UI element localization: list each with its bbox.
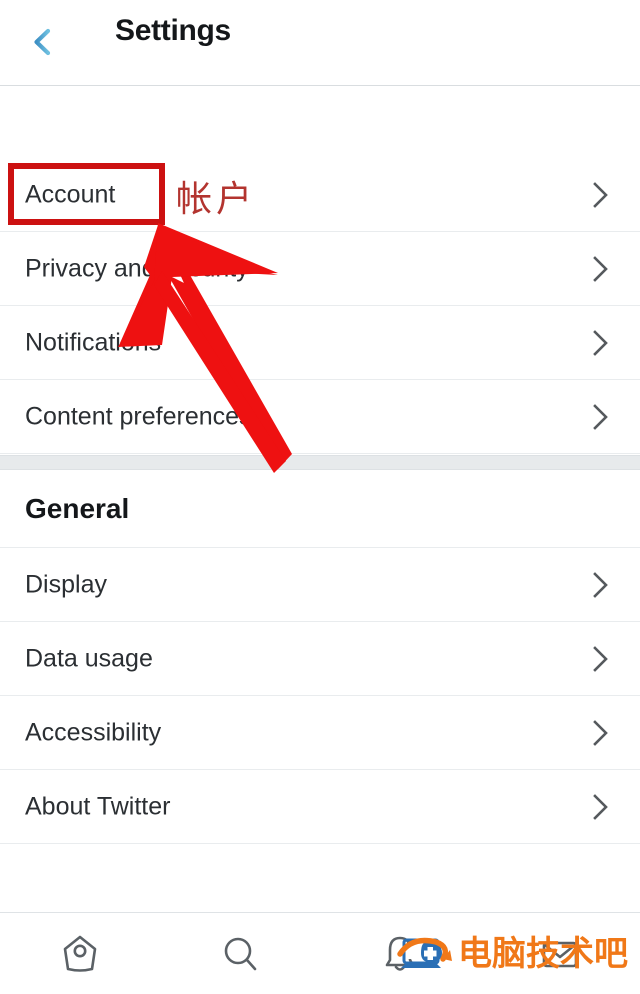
app-header: Settings (0, 0, 640, 86)
chevron-right-icon (593, 403, 608, 430)
row-label: Privacy and security (25, 254, 249, 282)
settings-group-general: Display Data usage Accessibility About T… (0, 548, 640, 844)
chevron-right-icon (593, 719, 608, 746)
search-icon (224, 937, 257, 970)
section-header-general: General (0, 470, 640, 548)
nav-item-home[interactable] (0, 913, 160, 994)
settings-row-display[interactable]: Display (0, 548, 640, 622)
settings-row-content-preferences[interactable]: Content preferences (0, 380, 640, 454)
home-icon (63, 935, 97, 972)
back-arrow-icon (34, 28, 68, 56)
chevron-right-icon (593, 793, 608, 820)
nav-item-search[interactable] (160, 913, 320, 994)
settings-row-account[interactable]: Account (0, 158, 640, 232)
envelope-icon (542, 941, 578, 967)
row-label: Display (25, 570, 107, 598)
chevron-right-icon (593, 571, 608, 598)
chevron-right-icon (593, 181, 608, 208)
settings-group-account: Account Privacy and security Notificatio… (0, 158, 640, 454)
chevron-right-icon (593, 645, 608, 672)
settings-row-data-usage[interactable]: Data usage (0, 622, 640, 696)
page-title: Settings (115, 14, 231, 47)
bottom-navigation-bar (0, 912, 640, 994)
row-label: Accessibility (25, 718, 162, 746)
settings-row-accessibility[interactable]: Accessibility (0, 696, 640, 770)
settings-row-notifications[interactable]: Notifications (0, 306, 640, 380)
nav-item-messages[interactable] (480, 913, 640, 994)
row-label: Content preferences (25, 402, 252, 430)
settings-row-privacy-and-security[interactable]: Privacy and security (0, 232, 640, 306)
row-label: Data usage (25, 644, 153, 672)
row-label: About Twitter (25, 792, 171, 820)
settings-row-about-twitter[interactable]: About Twitter (0, 770, 640, 844)
section-title: General (25, 492, 130, 524)
chevron-right-icon (593, 255, 608, 282)
bell-icon (385, 936, 415, 971)
row-label: Account (25, 180, 116, 208)
row-label: Notifications (25, 328, 162, 356)
back-button[interactable] (28, 18, 76, 66)
chevron-right-icon (593, 329, 608, 356)
nav-item-notifications[interactable] (320, 913, 480, 994)
section-divider (0, 455, 640, 470)
